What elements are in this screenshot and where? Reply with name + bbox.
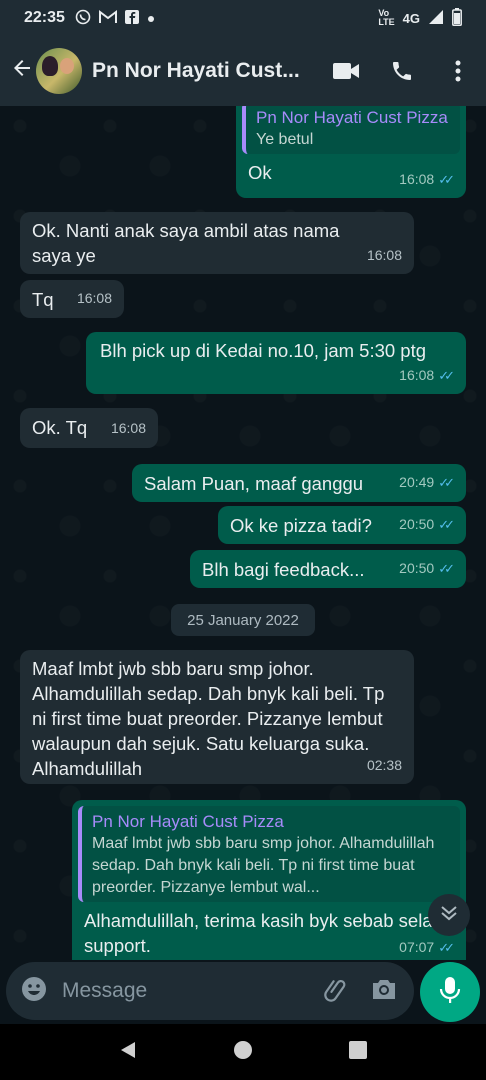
- whatsapp-icon: [75, 9, 91, 28]
- attach-icon[interactable]: [322, 975, 350, 1008]
- quoted-message[interactable]: Pn Nor Hayati Cust Pizza Maaf lmbt jwb s…: [78, 806, 460, 902]
- message-time: 16:08: [366, 247, 402, 263]
- more-vert-icon[interactable]: [430, 46, 486, 96]
- avatar[interactable]: [36, 48, 82, 94]
- message-time: 02:38: [366, 757, 402, 773]
- message-bubble-outgoing[interactable]: Salam Puan, maaf ganggu 20:49 ✓✓: [132, 464, 466, 502]
- message-bubble-incoming[interactable]: Maaf lmbt jwb sbb baru smp johor. Alhamd…: [20, 650, 414, 784]
- signal-icon: [428, 9, 444, 28]
- volte-icon: Vo LTE: [378, 8, 395, 27]
- message-bubble-incoming[interactable]: Tq 16:08: [20, 280, 124, 318]
- nav-back-icon[interactable]: [118, 1040, 138, 1065]
- message-bubble-outgoing[interactable]: Pn Nor Hayati Cust Pizza Maaf lmbt jwb s…: [72, 800, 466, 960]
- status-bar: 22:35 Vo LTE 4G: [0, 0, 486, 36]
- message-text: Ok. Nanti anak saya ambil atas nama saya…: [32, 220, 340, 266]
- video-call-icon[interactable]: [318, 46, 374, 96]
- quoted-sender: Pn Nor Hayati Cust Pizza: [92, 812, 284, 831]
- gmail-icon: [98, 9, 117, 27]
- message-text: Maaf lmbt jwb sbb baru smp johor. Alhamd…: [32, 658, 385, 779]
- message-time: 16:08: [110, 420, 146, 436]
- nav-recents-icon[interactable]: [348, 1040, 368, 1065]
- message-time: 20:49: [399, 474, 435, 490]
- quoted-message[interactable]: Pn Nor Hayati Cust Pizza Ye betul: [242, 106, 460, 154]
- scroll-to-bottom-button[interactable]: [428, 894, 470, 936]
- message-bubble-outgoing[interactable]: Blh pick up di Kedai no.10, jam 5:30 ptg…: [86, 332, 466, 394]
- mic-icon: [439, 976, 461, 1009]
- message-time: 20:50: [399, 516, 435, 532]
- read-ticks-icon: ✓✓: [438, 475, 455, 490]
- chat-header: Pn Nor Hayati Cust...: [0, 36, 486, 106]
- date-separator: 25 January 2022: [171, 604, 315, 636]
- phone-icon[interactable]: [374, 46, 430, 96]
- voice-record-button[interactable]: [420, 962, 480, 1022]
- message-text: Blh pick up di Kedai no.10, jam 5:30 ptg: [100, 340, 427, 361]
- chevron-down-icon: [440, 905, 458, 926]
- camera-icon[interactable]: [370, 976, 398, 1007]
- message-composer[interactable]: Message: [6, 962, 414, 1020]
- message-bubble-outgoing[interactable]: Pn Nor Hayati Cust Pizza Ye betul Ok 16:…: [236, 106, 466, 198]
- message-bubble-incoming[interactable]: Ok. Nanti anak saya ambil atas nama saya…: [20, 212, 414, 274]
- message-time: 16:08: [399, 171, 435, 187]
- quoted-text: Ye betul: [256, 131, 314, 148]
- contact-name[interactable]: Pn Nor Hayati Cust...: [92, 59, 312, 83]
- system-nav-bar: [0, 1024, 486, 1080]
- read-ticks-icon: ✓✓: [438, 940, 455, 955]
- emoji-icon[interactable]: [20, 975, 48, 1008]
- read-ticks-icon: ✓✓: [438, 561, 455, 576]
- message-time: 20:50: [399, 560, 435, 576]
- quoted-sender: Pn Nor Hayati Cust Pizza: [256, 108, 448, 127]
- status-time: 22:35: [24, 9, 65, 26]
- read-ticks-icon: ✓✓: [438, 172, 455, 187]
- message-time: 07:07: [399, 939, 435, 955]
- message-bubble-outgoing[interactable]: Blh bagi feedback... 20:50 ✓✓: [190, 550, 466, 588]
- read-ticks-icon: ✓✓: [438, 368, 455, 383]
- nav-home-icon[interactable]: [233, 1040, 253, 1065]
- message-time: 16:08: [76, 290, 112, 306]
- message-bubble-incoming[interactable]: Ok. Tq 16:08: [20, 408, 158, 448]
- facebook-icon: [124, 9, 139, 27]
- message-time: 16:08: [399, 367, 435, 383]
- read-ticks-icon: ✓✓: [438, 517, 455, 532]
- quoted-text: Maaf lmbt jwb sbb baru smp johor. Alhamd…: [92, 835, 435, 896]
- network-type: 4G: [402, 10, 420, 26]
- chat-area[interactable]: Pn Nor Hayati Cust Pizza Ye betul Ok 16:…: [0, 106, 486, 960]
- battery-icon: [452, 7, 462, 29]
- message-input[interactable]: Message: [62, 979, 322, 1003]
- dot-icon: [147, 11, 155, 26]
- message-bubble-outgoing[interactable]: Ok ke pizza tadi? 20:50 ✓✓: [218, 506, 466, 544]
